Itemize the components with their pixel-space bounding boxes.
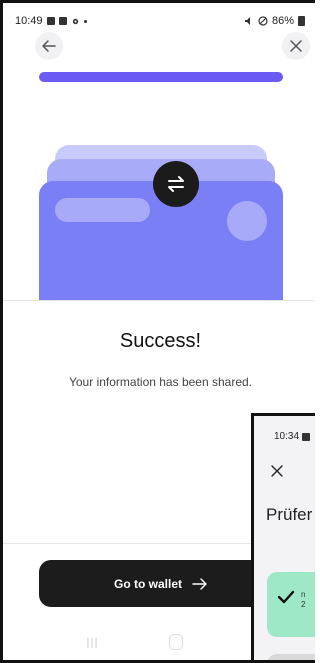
overlay-notification-icon <box>302 432 311 441</box>
home-icon[interactable] <box>169 634 183 650</box>
success-message: Your information has been shared. <box>68 375 252 389</box>
battery-percent: 86% <box>271 15 294 27</box>
overlay-close-icon[interactable] <box>271 465 283 477</box>
battery-icon <box>298 16 305 26</box>
close-button[interactable] <box>282 32 310 60</box>
overlay-success-card[interactable]: n 2 <box>267 572 315 637</box>
phone-screen: 10:49 86% Success! Your information has … <box>0 0 315 663</box>
card-pill-shape <box>55 198 150 222</box>
go-to-wallet-button[interactable]: Go to wallet <box>39 560 283 607</box>
message-notification-icon <box>58 17 67 25</box>
recent-apps-icon[interactable] <box>85 636 99 650</box>
divider-top <box>3 300 315 301</box>
arrow-right-icon <box>192 577 207 590</box>
settings-notification-icon <box>72 18 78 24</box>
progress-bar <box>39 72 283 82</box>
go-to-wallet-label: Go to wallet <box>113 576 182 591</box>
overlay-secondary-card[interactable] <box>267 654 315 660</box>
overlay-card-subtext: 2 <box>301 600 306 609</box>
do-not-disturb-icon <box>258 16 268 26</box>
gallery-notification-icon <box>46 17 55 25</box>
check-icon <box>277 590 295 604</box>
overlapping-screenshot: 10:34 Prüfer n 2 <box>251 413 315 660</box>
status-bar: 10:49 86% <box>15 13 305 29</box>
overlay-title: Prüfer <box>266 505 313 524</box>
status-time: 10:49 <box>15 15 43 27</box>
wallet-cards-illustration <box>39 143 283 300</box>
card-circle-shape <box>227 201 267 241</box>
success-title: Success! <box>119 330 202 352</box>
mute-icon <box>244 17 250 25</box>
close-icon <box>290 40 302 52</box>
overlay-status-time: 10:34 <box>274 431 300 442</box>
overlay-card-text: n <box>301 590 306 599</box>
back-button[interactable] <box>35 32 63 60</box>
more-notifications-dot <box>83 19 87 23</box>
arrow-left-icon <box>42 40 56 52</box>
swap-arrows-icon <box>153 161 199 207</box>
